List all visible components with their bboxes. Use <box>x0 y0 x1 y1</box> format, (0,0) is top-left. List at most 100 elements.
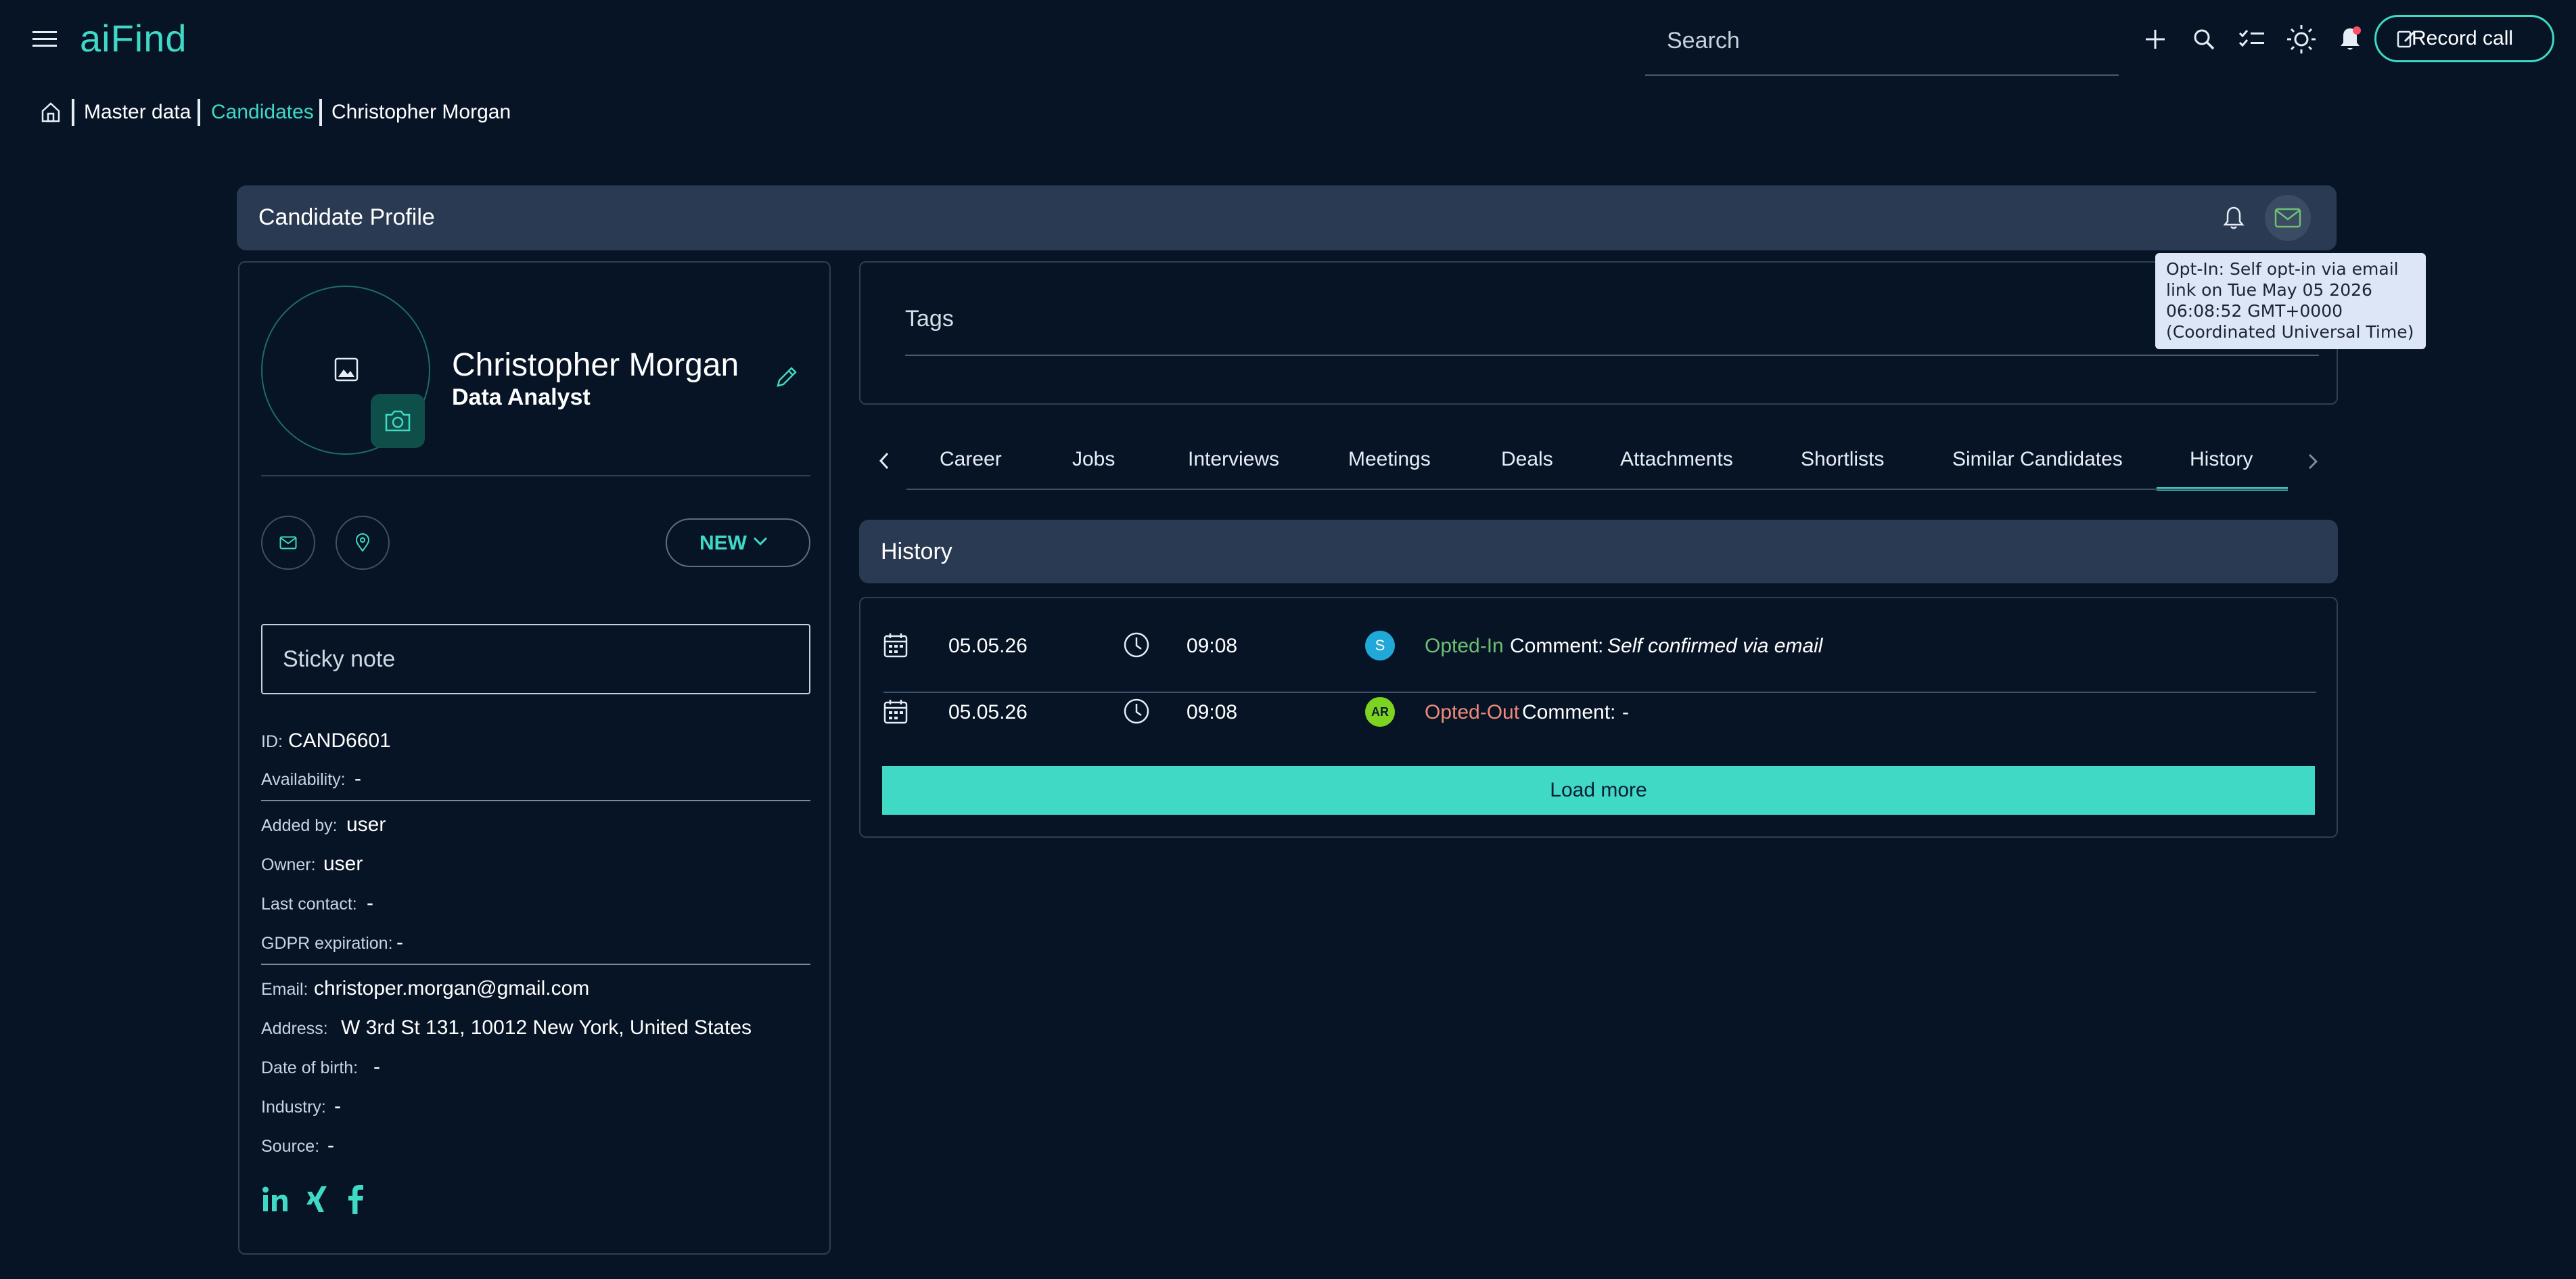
tab-career[interactable]: Career <box>940 448 1002 471</box>
opt-in-tooltip: Opt-In: Self opt-in via email link on Tu… <box>2155 253 2426 349</box>
linkedin-icon[interactable] <box>260 1183 291 1215</box>
user-avatar-badge: AR <box>1365 697 1395 727</box>
added-by-value: user <box>346 813 386 836</box>
divider <box>261 475 810 476</box>
edit-note-icon <box>2397 29 2416 49</box>
notification-bell-icon[interactable] <box>2337 24 2364 54</box>
address-label: Address: <box>261 1019 328 1038</box>
history-row: 05.05.26 09:08 S Opted-In Comment: Self … <box>860 625 2339 678</box>
clock-icon <box>1123 631 1150 658</box>
availability-label: Availability: <box>261 770 346 789</box>
breadcrumb-master-data[interactable]: Master data <box>84 100 191 125</box>
breadcrumb-separator <box>198 99 200 126</box>
last-contact-label: Last contact: <box>261 895 357 914</box>
history-time: 09:08 <box>1187 635 1238 657</box>
edit-pencil-icon[interactable] <box>771 363 801 392</box>
bell-icon[interactable] <box>2220 203 2247 233</box>
email-action-button[interactable] <box>261 516 315 570</box>
location-pin-icon <box>355 533 370 552</box>
source-label: Source: <box>261 1137 320 1156</box>
app-logo[interactable]: aiFind <box>80 16 187 60</box>
search-input[interactable] <box>1645 23 2128 58</box>
divider <box>261 964 810 965</box>
tags-label: Tags <box>905 306 954 332</box>
date-of-birth-value: - <box>373 1056 380 1078</box>
tasks-checklist-icon[interactable] <box>2236 24 2268 54</box>
history-status: Opted-Out <box>1425 701 1520 723</box>
history-comment: Self confirmed via email <box>1607 635 1823 657</box>
breadcrumb-separator <box>319 99 322 126</box>
status-dropdown[interactable]: NEW <box>666 518 810 567</box>
sticky-note-field[interactable] <box>261 624 810 694</box>
upload-photo-button[interactable] <box>371 394 425 448</box>
facebook-icon[interactable] <box>344 1183 368 1215</box>
user-avatar-badge: S <box>1365 631 1395 660</box>
id-label: ID: <box>261 732 283 751</box>
history-date: 05.05.26 <box>948 701 1028 723</box>
owner-value: user <box>323 853 363 875</box>
avatar <box>261 286 430 455</box>
availability-value: - <box>354 767 361 790</box>
candidate-profile-header: Candidate Profile <box>237 185 2337 250</box>
tags-panel[interactable]: Tags <box>859 261 2338 405</box>
tab-bar-underline <box>906 489 2288 490</box>
owner-label: Owner: <box>261 855 316 874</box>
date-of-birth-label: Date of birth: <box>261 1058 359 1077</box>
page-title: Candidate Profile <box>258 204 435 230</box>
tab-meetings[interactable]: Meetings <box>1348 448 1431 471</box>
breadcrumb-separator <box>72 99 74 126</box>
record-call-label: Record call <box>2412 27 2514 49</box>
tabs-scroll-left-icon[interactable] <box>874 448 894 474</box>
history-date: 05.05.26 <box>948 635 1028 657</box>
chevron-down-icon <box>752 536 768 547</box>
tab-attachments[interactable]: Attachments <box>1620 448 1733 471</box>
divider <box>261 800 810 801</box>
email-value[interactable]: christoper.morgan@gmail.com <box>314 977 589 1000</box>
gdpr-expiration-value: - <box>396 931 403 953</box>
tabs-scroll-right-icon[interactable] <box>2304 449 2322 474</box>
last-contact-value: - <box>367 892 373 914</box>
clock-icon <box>1123 698 1150 725</box>
candidate-name: Christopher Morgan <box>452 347 739 383</box>
breadcrumb-current: Christopher Morgan <box>331 101 511 123</box>
home-icon[interactable] <box>39 100 62 125</box>
calendar-icon <box>883 698 908 724</box>
tab-history[interactable]: History <box>2190 448 2253 471</box>
tab-shortlists[interactable]: Shortlists <box>1801 448 1884 471</box>
candidate-job-title: Data Analyst <box>452 384 591 410</box>
xing-icon[interactable] <box>303 1183 330 1215</box>
tab-deals[interactable]: Deals <box>1501 448 1553 471</box>
plus-icon[interactable] <box>2142 26 2169 53</box>
history-comment-label: Comment: <box>1510 635 1604 657</box>
candidate-card: Christopher Morgan Data Analyst NEW #lef… <box>238 261 831 1255</box>
breadcrumb-candidates[interactable]: Candidates <box>211 100 314 125</box>
search-icon[interactable] <box>2189 24 2219 54</box>
history-comment-label: Comment: <box>1522 701 1616 723</box>
email-optin-button[interactable] <box>2265 195 2311 241</box>
theme-toggle-icon[interactable] <box>2285 23 2318 55</box>
record-call-button[interactable]: Record call <box>2374 15 2554 62</box>
load-more-button[interactable]: Load more <box>882 766 2315 815</box>
mail-icon <box>2274 208 2301 228</box>
search-field[interactable] <box>1645 18 2128 76</box>
id-value: CAND6601 <box>288 730 391 752</box>
source-value: - <box>327 1134 334 1157</box>
image-placeholder-icon <box>334 357 359 382</box>
tab-similar-candidates[interactable]: Similar Candidates <box>1952 448 2123 471</box>
history-header: History <box>859 520 2338 583</box>
top-bar: aiFind #topbar input::placeholder{color:… <box>0 0 2576 81</box>
calendar-icon <box>883 632 908 658</box>
tab-jobs[interactable]: Jobs <box>1072 448 1115 471</box>
status-value: NEW <box>699 532 747 554</box>
location-action-button[interactable] <box>336 516 390 570</box>
sticky-note-input[interactable] <box>262 625 809 693</box>
address-value: W 3rd St 131, 10012 New York, United Sta… <box>341 1016 752 1039</box>
menu-icon[interactable] <box>30 27 60 51</box>
history-status: Opted-In <box>1425 635 1504 657</box>
camera-icon <box>384 409 412 432</box>
tab-interviews[interactable]: Interviews <box>1188 448 1279 471</box>
mail-icon <box>279 536 297 549</box>
history-row: 05.05.26 09:08 AR Opted-Out Comment: - <box>860 692 2339 744</box>
gdpr-expiration-label: GDPR expiration: <box>261 934 393 953</box>
added-by-label: Added by: <box>261 816 338 835</box>
